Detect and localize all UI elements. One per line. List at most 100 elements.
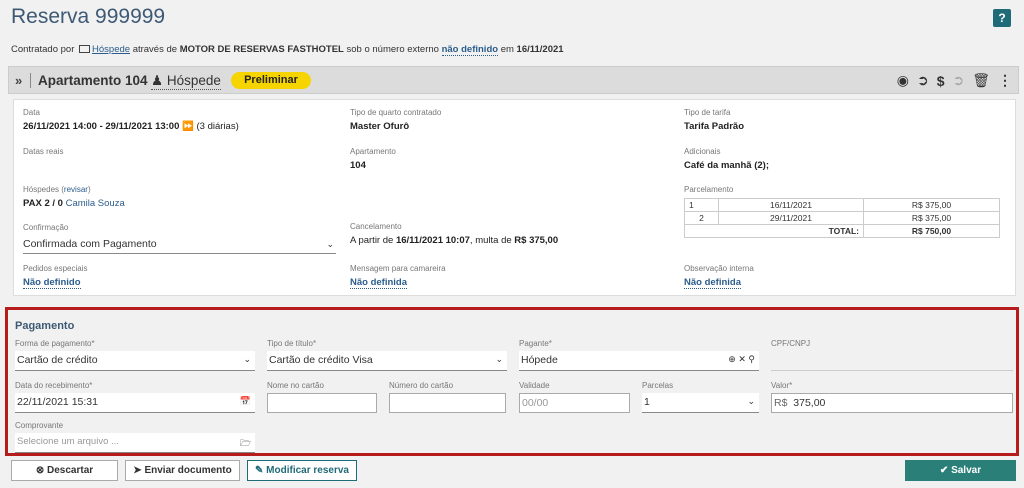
- adicionais-label: Adicionais: [684, 147, 721, 156]
- data-recebimento-field: Data do recebimento* 22/11/2021 15:31 📅: [15, 381, 255, 413]
- payment-section: Pagamento Forma de pagamento* Cartão de …: [5, 307, 1019, 456]
- valor-input[interactable]: R$ 375,00: [771, 393, 1013, 413]
- enviar-label: Enviar documento: [144, 465, 232, 476]
- external-number-link[interactable]: não definido: [441, 44, 499, 56]
- target-icon[interactable]: ◉: [897, 72, 909, 89]
- close-icon[interactable]: ✕: [738, 354, 746, 364]
- pagante-value: Hópede: [521, 354, 558, 366]
- calendar-icon[interactable]: 📅: [240, 396, 251, 407]
- pax-value: PAX 2 / 0: [23, 198, 63, 209]
- folder-icon[interactable]: 🗁: [240, 436, 251, 452]
- installment-value: R$ 375,00: [863, 198, 1000, 212]
- contract-info: Contratado por Hóspede através de MOTOR …: [11, 44, 564, 56]
- data-field: Data 26/11/2021 14:00 - 29/11/2021 13:00…: [23, 108, 239, 132]
- contract-date: 16/11/2021: [516, 44, 564, 55]
- trash-icon[interactable]: 🗑: [972, 72, 990, 89]
- table-total-row: TOTAL: R$ 750,00: [684, 224, 1000, 238]
- valor-field: Valor* R$ 375,00: [771, 381, 1013, 413]
- revisar-link[interactable]: revisar: [64, 185, 88, 194]
- salvar-button[interactable]: ✔ Salvar: [905, 460, 1016, 481]
- validade-label: Validade: [519, 381, 550, 390]
- contract-on: em: [500, 44, 514, 55]
- tipo-label: Tipo de título*: [267, 339, 317, 348]
- modificar-reserva-button[interactable]: ✎ Modificar reserva: [247, 460, 357, 481]
- descartar-button[interactable]: ⊗ Descartar: [11, 460, 118, 481]
- pencil-icon: ✎: [255, 465, 264, 476]
- apartamento-value: 104: [350, 160, 366, 171]
- tipo-titulo-select[interactable]: Cartão de crédito Visa ⌄: [267, 351, 507, 371]
- apartamento-field: Apartamento 104: [350, 147, 396, 171]
- forma-pagamento-field: Forma de pagamento* Cartão de crédito ⌄: [15, 339, 255, 371]
- numero-cartao-field: Número do cartão: [389, 381, 506, 413]
- pedidos-field: Pedidos especiais Não definido: [23, 264, 88, 289]
- guest-type-label: Hóspede: [166, 73, 221, 88]
- tipo-quarto-value: Master Ofurô: [350, 121, 410, 132]
- mensagem-link[interactable]: Não definida: [350, 277, 408, 289]
- booking-engine: MOTOR DE RESERVAS FASTHOTEL: [179, 44, 344, 55]
- pedidos-label: Pedidos especiais: [23, 264, 88, 273]
- cancel-prefix: A partir de: [350, 235, 394, 246]
- comprovante-input[interactable]: Selecione um arquivo ... 🗁: [15, 433, 255, 453]
- tipo-quarto-label: Tipo de quarto contratado: [350, 108, 442, 117]
- chevron-down-icon: ⌄: [747, 396, 755, 406]
- forma-pagamento-select[interactable]: Cartão de crédito ⌄: [15, 351, 255, 371]
- hospedes-label-text: Hóspedes (: [23, 185, 64, 194]
- more-options-icon[interactable]: ⋮: [998, 72, 1012, 89]
- numero-cartao-input[interactable]: [389, 393, 506, 413]
- valor-label: Valor*: [771, 381, 793, 390]
- data-receb-label: Data do recebimento*: [15, 381, 93, 390]
- mensagem-field: Mensagem para camareira Não definida: [350, 264, 446, 289]
- parcelas-select[interactable]: 1 ⌄: [642, 393, 759, 413]
- data-receb-value: 22/11/2021 15:31: [17, 396, 98, 408]
- contract-through: através de: [132, 44, 178, 55]
- validade-input[interactable]: 00/00: [519, 393, 630, 413]
- confirmacao-field: Confirmação Confirmada com Pagamento ⌄: [23, 223, 336, 254]
- parcelamento-label: Parcelamento: [684, 185, 734, 194]
- observacao-link[interactable]: Não definida: [684, 277, 742, 289]
- guest-type-link[interactable]: ♟ Hóspede: [151, 73, 221, 90]
- confirmacao-value: Confirmada com Pagamento: [23, 238, 157, 250]
- hospedes-field: Hóspedes (revisar) PAX 2 / 0 Camila Souz…: [23, 185, 125, 209]
- expand-icon[interactable]: »: [15, 73, 22, 88]
- validade-placeholder: 00/00: [522, 397, 549, 409]
- send-icon: ➤: [133, 465, 142, 476]
- pagante-input[interactable]: Hópede ⊕ ✕ ⚲: [519, 351, 759, 371]
- envelope-icon: [79, 45, 91, 53]
- tipo-tarifa-value: Tarifa Padrão: [684, 121, 745, 132]
- total-label: TOTAL:: [684, 224, 864, 238]
- fast-forward-icon: ⏩: [182, 121, 194, 132]
- cancel-mid: , multa de: [469, 235, 512, 246]
- guest-name-link[interactable]: Camila Souza: [66, 198, 125, 209]
- help-button[interactable]: ?: [993, 9, 1011, 27]
- validade-field: Validade 00/00: [519, 381, 630, 413]
- table-row: 1 16/11/2021 R$ 375,00: [684, 198, 1000, 212]
- close-circle-icon: ⊗: [35, 465, 45, 476]
- data-recebimento-input[interactable]: 22/11/2021 15:31 📅: [15, 393, 255, 413]
- nome-cartao-input[interactable]: [267, 393, 377, 413]
- forma-label: Forma de pagamento*: [15, 339, 95, 348]
- parcelamento-field: Parcelamento 1 16/11/2021 R$ 375,00 2 29…: [684, 185, 1000, 238]
- search-icon[interactable]: ⚲: [748, 354, 755, 364]
- comprovante-placeholder: Selecione um arquivo ...: [17, 436, 119, 447]
- cancel-fee: R$ 375,00: [514, 235, 559, 246]
- data-value: 26/11/2021 14:00 - 29/11/2021 13:00: [23, 121, 180, 132]
- salvar-label: Salvar: [951, 465, 982, 476]
- nome-cartao-label: Nome no cartão: [267, 381, 324, 390]
- installment-number: 2: [684, 211, 719, 225]
- comprovante-label: Comprovante: [15, 421, 64, 430]
- enviar-documento-button[interactable]: ➤ Enviar documento: [125, 460, 240, 481]
- dollar-icon[interactable]: $: [937, 73, 945, 89]
- add-icon[interactable]: ⊕: [728, 354, 736, 364]
- adicionais-value: Café da manhã (2);: [684, 160, 769, 171]
- confirmacao-select[interactable]: Confirmada com Pagamento ⌄: [23, 236, 336, 254]
- reservation-details: Data 26/11/2021 14:00 - 29/11/2021 13:00…: [13, 99, 1016, 296]
- channel-link[interactable]: Hóspede: [92, 44, 130, 55]
- observacao-label: Observação interna: [684, 264, 754, 273]
- adicionais-field: Adicionais Café da manhã (2);: [684, 147, 769, 171]
- forma-value: Cartão de crédito: [17, 354, 98, 366]
- apartment-name: Apartamento 104: [38, 73, 148, 88]
- cpf-input[interactable]: [771, 351, 1013, 371]
- parcelas-value: 1: [644, 396, 650, 408]
- checkin-icon[interactable]: ➲: [917, 72, 929, 89]
- pedidos-link[interactable]: Não definido: [23, 277, 81, 289]
